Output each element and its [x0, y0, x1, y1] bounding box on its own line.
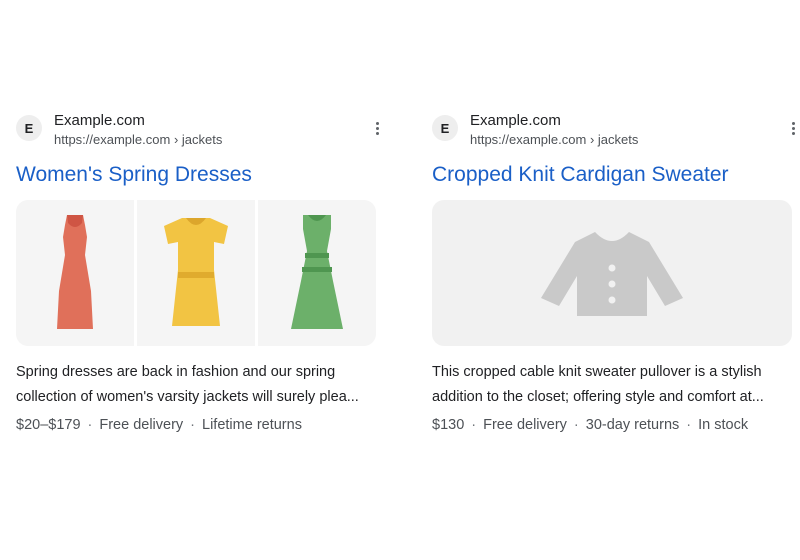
url-text: https://example.com	[470, 132, 587, 147]
site-url: https://example.com › jackets	[54, 132, 222, 147]
result-snippet: This cropped cable knit sweater pullover…	[432, 360, 792, 410]
url-breadcrumb: › jackets	[173, 132, 223, 147]
result-title-link[interactable]: Cropped Knit Cardigan Sweater	[432, 162, 792, 188]
separator: ·	[87, 417, 93, 433]
site-favicon: E	[16, 115, 42, 141]
result-meta: $130 · Free delivery · 30-day returns · In sto…	[432, 417, 792, 433]
product-image[interactable]	[137, 200, 255, 346]
red-dress-icon	[57, 215, 93, 329]
separator: ·	[686, 417, 692, 433]
snippet-line: addition to the closet; offering style a…	[432, 389, 764, 405]
search-result-2: E Example.com https://example.com › jack…	[432, 112, 795, 433]
stock-status: In stock	[698, 417, 749, 433]
price-range: $20–$179	[16, 417, 81, 433]
returns-info: 30-day returns	[585, 417, 680, 433]
green-dress-icon	[291, 215, 343, 329]
site-url: https://example.com › jackets	[470, 132, 638, 147]
search-result-1: E Example.com https://example.com › jack…	[16, 112, 379, 433]
more-options-icon[interactable]	[785, 118, 800, 138]
separator: ·	[573, 417, 579, 433]
returns-info: Lifetime returns	[202, 417, 302, 433]
product-image[interactable]	[432, 200, 792, 346]
snippet-line: collection of women's varsity jackets wi…	[16, 389, 359, 405]
product-image-strip	[432, 200, 792, 346]
result-snippet: Spring dresses are back in fashion and o…	[16, 360, 376, 410]
delivery-info: Free delivery	[99, 417, 184, 433]
price: $130	[432, 417, 465, 433]
result-title-link[interactable]: Women's Spring Dresses	[16, 162, 376, 188]
product-image-strip	[16, 200, 376, 346]
snippet-line: Spring dresses are back in fashion and o…	[16, 364, 336, 380]
yellow-dress-icon	[164, 218, 228, 326]
site-name: Example.com	[54, 112, 145, 129]
site-info[interactable]: E Example.com https://example.com › jack…	[432, 112, 795, 148]
more-options-icon[interactable]	[369, 118, 385, 138]
cardigan-sweater-icon	[541, 232, 683, 316]
site-name: Example.com	[470, 112, 561, 129]
snippet-line: This cropped cable knit sweater pullover…	[432, 364, 762, 380]
site-favicon: E	[432, 115, 458, 141]
url-breadcrumb: › jackets	[589, 132, 639, 147]
result-meta: $20–$179 · Free delivery · Lifetime returns	[16, 417, 376, 433]
product-image[interactable]	[258, 200, 376, 346]
site-info[interactable]: E Example.com https://example.com › jack…	[16, 112, 379, 148]
product-image[interactable]	[16, 200, 134, 346]
url-text: https://example.com	[54, 132, 171, 147]
delivery-info: Free delivery	[483, 417, 567, 433]
separator: ·	[190, 417, 196, 433]
separator: ·	[471, 417, 477, 433]
